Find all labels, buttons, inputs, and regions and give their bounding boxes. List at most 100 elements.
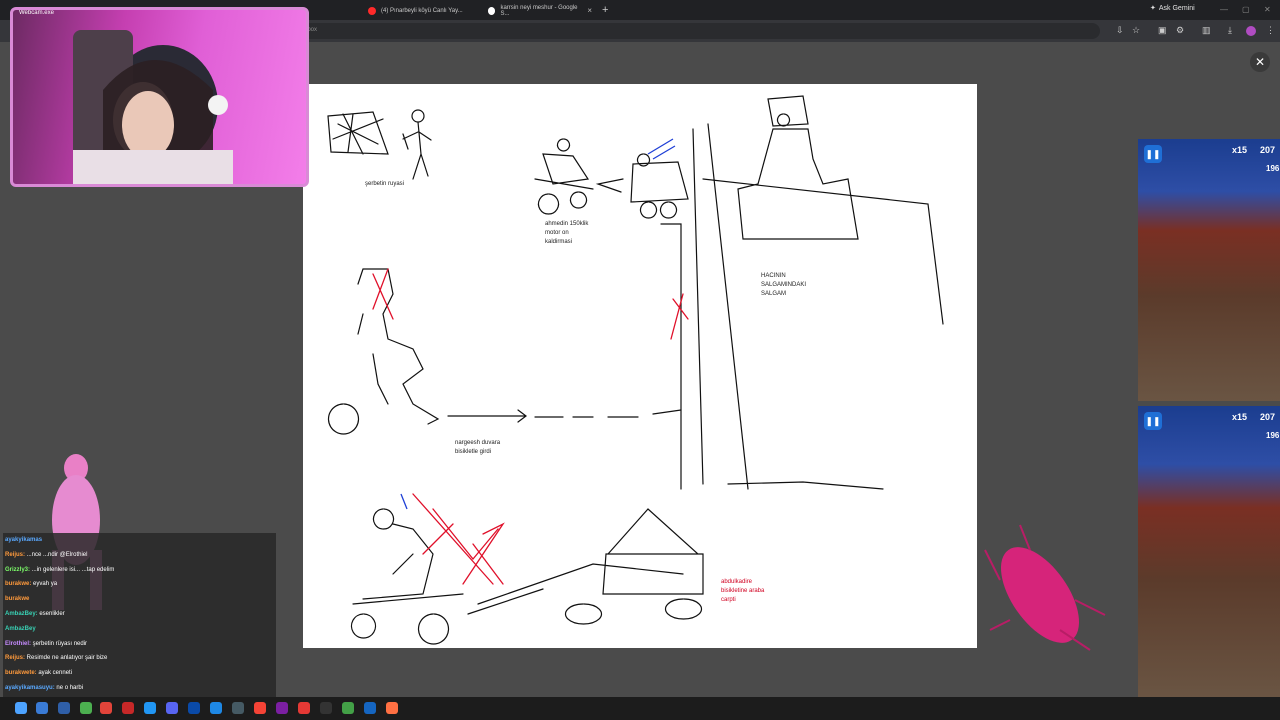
tab-google-search[interactable]: karrsin neyi meshur - Google S... × xyxy=(480,2,600,19)
taskview-icon[interactable] xyxy=(58,702,70,714)
app-icon-alert[interactable] xyxy=(298,702,310,714)
chat-username[interactable]: AmbazBey xyxy=(5,626,36,632)
caption-serbetin: şerbetin ruyasi xyxy=(365,181,405,187)
chat-message: Reijus: ...nce ...ndir @Elrothiel xyxy=(3,548,276,563)
chat-text: şerbetin rüyası nedir xyxy=(32,640,88,647)
install-icon[interactable]: ⇩ xyxy=(1116,25,1124,36)
address-bar[interactable]: nbox xyxy=(300,23,1100,39)
chat-username[interactable]: Reijus: xyxy=(5,552,27,558)
sparkle-icon: ✦ xyxy=(1150,5,1156,12)
app-icon-red[interactable] xyxy=(122,702,134,714)
chrome-icon[interactable] xyxy=(80,702,92,714)
app-icon-blue[interactable] xyxy=(144,702,156,714)
start-icon[interactable] xyxy=(15,702,27,714)
chat-message: Reijus: Resimde ne anlatıyor şair bize xyxy=(3,651,276,666)
chat-text: ayak cenneti xyxy=(38,670,73,677)
chat-message: ayakyikamasuyu: ne o harbi xyxy=(3,681,276,696)
extension-icon[interactable]: ▣ xyxy=(1158,25,1167,36)
coins: 196 xyxy=(1266,431,1280,440)
sketch-haci xyxy=(702,95,944,325)
close-viewer-button[interactable]: ✕ xyxy=(1250,52,1270,72)
chat-username[interactable]: burakwe xyxy=(5,596,29,602)
chat-username[interactable]: ayakyikamas xyxy=(5,537,42,543)
chat-message: AmbazBey: esenlikler xyxy=(3,607,276,622)
webcam-overlay: Webcam.exe xyxy=(10,7,309,187)
sketch-head xyxy=(411,109,425,123)
game-panel-top: ❚❚ x15 207 196 xyxy=(1138,139,1280,401)
app-icon-pr[interactable] xyxy=(210,702,222,714)
taskbar xyxy=(0,697,1280,720)
multiplier: x15 xyxy=(1232,145,1248,155)
sketch-blue-mark xyxy=(400,138,676,510)
sketch-stick-figure xyxy=(402,121,432,180)
photoshop-icon[interactable] xyxy=(188,702,200,714)
sketch-motorbike xyxy=(534,138,594,215)
pause-icon[interactable]: ❚❚ xyxy=(1144,412,1162,430)
search-icon[interactable] xyxy=(36,702,48,714)
multiplier: x15 xyxy=(1232,412,1248,422)
new-tab-button[interactable]: + xyxy=(602,4,608,16)
chat-message: Grizzly3: ...in gelenlere isi... ...tap … xyxy=(3,563,276,578)
streamer-silhouette xyxy=(73,30,233,184)
google-icon xyxy=(488,6,496,15)
drawing-image: şerbetin ruyasi ahmedin 150klik motor on… xyxy=(303,84,977,648)
sketch-ground-line xyxy=(727,481,884,490)
opera-icon[interactable] xyxy=(254,702,266,714)
tab-youtube[interactable]: (4) Pınarbeyli köyü Canlı Yay... xyxy=(360,2,485,19)
menu-dots-icon[interactable]: ⋮ xyxy=(1266,25,1275,36)
sidepanel-icon[interactable]: ▥ xyxy=(1202,25,1211,36)
tab-label: (4) Pınarbeyli köyü Canlı Yay... xyxy=(381,7,463,14)
chat-username[interactable]: burakwe: xyxy=(5,581,33,587)
chat-message: burakwe: eyvah ya xyxy=(3,577,276,592)
ask-gemini-label: Ask Gemini xyxy=(1158,4,1195,12)
score: 207 xyxy=(1260,412,1276,422)
stream-chat: ayakyikamas Reijus: ...nce ...ndir @Elrot… xyxy=(3,533,276,706)
drawing-sketch xyxy=(327,95,944,645)
minimize-icon[interactable]: — xyxy=(1220,5,1228,14)
ask-gemini-button[interactable]: ✦ Ask Gemini xyxy=(1150,4,1195,13)
download-icon[interactable]: ⤓ xyxy=(1228,25,1232,36)
chat-text: esenlikler xyxy=(39,610,65,617)
chat-text: Resimde ne anlatıyor şair bize xyxy=(26,655,108,662)
chat-username[interactable]: burakwete: xyxy=(5,670,38,676)
sketch-nargeesh xyxy=(327,268,440,435)
profile-avatar[interactable] xyxy=(1246,26,1256,36)
chat-username[interactable]: ayakyikamasuyu: xyxy=(5,685,56,691)
app-icon-ai[interactable] xyxy=(100,702,112,714)
sketch-red-scribble xyxy=(412,493,505,585)
tab-label: karrsin neyi meshur - Google S... xyxy=(500,4,578,17)
sketch-arrow-left xyxy=(595,178,624,193)
discord-icon[interactable] xyxy=(166,702,178,714)
app-icon-orange[interactable] xyxy=(386,702,398,714)
sketch-car-house xyxy=(467,508,704,625)
app-icon-grid[interactable] xyxy=(232,702,244,714)
caption-abdulkadir: abdulkadire bisikletine araba carpti xyxy=(721,579,765,603)
sketch-red-mark-wall xyxy=(670,293,689,340)
chat-text: eyvah ya xyxy=(33,581,58,588)
sketch-dashes xyxy=(534,409,682,418)
steam-icon[interactable] xyxy=(364,702,376,714)
pause-icon[interactable]: ❚❚ xyxy=(1144,145,1162,163)
puzzle-icon[interactable]: ⚙ xyxy=(1176,25,1184,36)
chat-text: ...in gelenlere isi... ...tap edelim xyxy=(31,566,115,573)
chat-message: burakwete: ayak cenneti xyxy=(3,666,276,681)
chat-text: ...nce ...ndir @Elrothiel xyxy=(26,551,88,558)
maximize-icon[interactable]: ▢ xyxy=(1242,5,1250,14)
app-icon-green[interactable] xyxy=(342,702,354,714)
caption-nargeesh: nargeesh duvara bisikletle girdi xyxy=(455,440,501,455)
youtube-icon xyxy=(368,6,376,15)
game-panel-bottom: ❚❚ x15 207 196 xyxy=(1138,406,1280,697)
sketch-abdulkadir-bike xyxy=(350,508,464,645)
sketch-car xyxy=(630,153,689,219)
chat-username[interactable]: Grizzly3: xyxy=(5,567,32,573)
chat-username[interactable]: Elrothiel: xyxy=(5,641,33,647)
app-icon-purple[interactable] xyxy=(276,702,288,714)
close-tab-icon[interactable]: × xyxy=(587,6,592,15)
bookmark-star-icon[interactable]: ☆ xyxy=(1132,25,1140,36)
app-icon-x[interactable] xyxy=(320,702,332,714)
close-window-icon[interactable]: ✕ xyxy=(1264,5,1271,14)
chat-username[interactable]: Reijus: xyxy=(5,655,27,661)
chat-message: AmbazBey xyxy=(3,622,276,637)
coins: 196 xyxy=(1266,164,1280,173)
chat-username[interactable]: AmbazBey: xyxy=(5,611,39,617)
